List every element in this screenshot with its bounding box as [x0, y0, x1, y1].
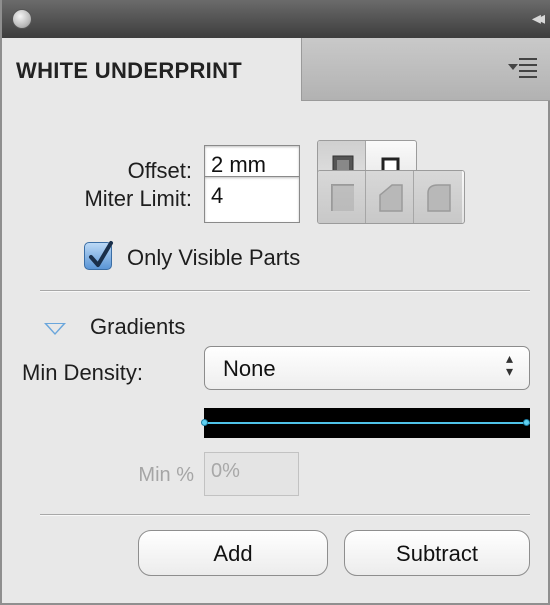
round-join-button[interactable]	[366, 171, 414, 223]
add-button[interactable]: Add	[138, 530, 328, 576]
only-visible-label[interactable]: Only Visible Parts	[127, 245, 300, 271]
bevel-join-button[interactable]	[414, 171, 462, 223]
only-visible-checkbox[interactable]	[84, 241, 113, 270]
select-arrows-icon: ▴ ▾	[505, 351, 513, 380]
section-divider	[40, 290, 530, 292]
tab-white-underprint[interactable]: WHITE UNDERPRINT	[2, 38, 302, 101]
miter-limit-label: Miter Limit:	[84, 186, 192, 211]
subtract-button[interactable]: Subtract	[344, 530, 530, 576]
tab-strip: WHITE UNDERPRINT	[2, 38, 550, 101]
min-density-label: Min Density:	[22, 360, 144, 385]
collapse-icon[interactable]: ◂◂	[532, 8, 545, 29]
bevel-join-icon	[427, 184, 451, 212]
panel-menu-icon[interactable]	[508, 56, 540, 82]
min-density-select[interactable]: None ▴ ▾	[204, 346, 530, 390]
gradient-stop-right[interactable]	[523, 419, 530, 426]
miter-join-button[interactable]	[318, 171, 366, 223]
disclosure-triangle-icon[interactable]	[44, 323, 66, 335]
miter-limit-field[interactable]: 4	[204, 176, 300, 223]
white-underprint-panel: ◂◂ WHITE UNDERPRINT Offset: 2 mm Miter L…	[0, 0, 550, 605]
tab-label: WHITE UNDERPRINT	[16, 58, 243, 83]
close-icon[interactable]	[12, 9, 32, 29]
checkmark-icon	[89, 241, 113, 267]
gradients-section-label[interactable]: Gradients	[90, 314, 185, 340]
min-density-value: None	[223, 356, 276, 381]
section-divider-bottom	[40, 514, 530, 516]
min-percent-field: 0%	[204, 452, 299, 496]
join-style-toggle	[317, 170, 465, 224]
gradient-stop-left[interactable]	[201, 419, 208, 426]
gradient-ramp-line	[204, 422, 530, 424]
min-percent-label: Min %	[138, 464, 194, 486]
panel-titlebar[interactable]: ◂◂	[2, 0, 550, 39]
round-join-icon	[379, 184, 403, 212]
miter-join-icon	[331, 184, 354, 211]
offset-label: Offset:	[127, 158, 192, 183]
